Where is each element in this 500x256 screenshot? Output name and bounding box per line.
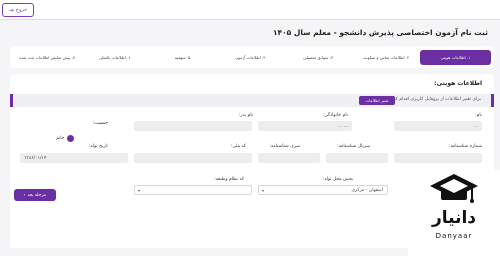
birthplace-value: اصفهان - مرکزی <box>351 187 383 193</box>
series-label: سری شناسنامه: <box>269 144 300 149</box>
serial-field[interactable] <box>326 153 388 163</box>
change-info-button[interactable]: تغییر اطلاعات <box>359 96 395 105</box>
step-preview[interactable]: ۷. پیش نمایش اطلاعات ثبت شده <box>13 55 81 60</box>
family-value: ... ... <box>337 123 348 129</box>
chevron-left-icon: › <box>23 192 26 198</box>
danyaar-logo: دانیار Danyaar <box>408 170 500 256</box>
logout-icon: ⇥ <box>8 6 14 14</box>
top-bar: ⇥ خروج <box>0 0 500 20</box>
gender-option[interactable]: خانم <box>56 135 75 142</box>
notice-text: برای تغییر اطلاعات از پروفایل کاربری اقد… <box>389 97 481 102</box>
gender-radio[interactable] <box>67 135 75 142</box>
nid-label: شماره شناسنامه: <box>448 144 482 149</box>
family-label: نام خانوادگی: <box>322 113 348 118</box>
duty-select[interactable]: ▾ <box>134 185 252 195</box>
birth-label: تاریخ تولد: <box>88 144 108 149</box>
exit-button[interactable]: ⇥ خروج <box>2 3 34 17</box>
father-label: نام پدر: <box>238 113 253 118</box>
next-step-label: مرحله بعد <box>27 192 47 198</box>
step-quota[interactable]: ۵. سهمیه <box>149 55 217 60</box>
birthplace-label: بخش محل تولد: <box>322 177 353 182</box>
gender-option-label: خانم <box>56 136 65 141</box>
father-field[interactable] <box>134 121 252 131</box>
gender-label: جنسیت: <box>92 121 108 126</box>
next-step-button[interactable]: مرحله بعد › <box>14 189 56 201</box>
exit-label: خروج <box>15 7 28 13</box>
birthplace-select[interactable]: اصفهان - مرکزی ▾ <box>258 185 388 195</box>
name-label: نام: <box>475 113 482 118</box>
logo-text-en: Danyaar <box>435 232 473 240</box>
birth-field[interactable]: ۱۳۸۶/۰۱/۱۴ <box>20 153 128 163</box>
serial-label: سریال شناسنامه: <box>337 144 370 149</box>
logo-text-fa: دانیار <box>431 208 477 228</box>
step-identity[interactable]: ۱. اطلاعات هویتی <box>419 49 491 65</box>
graduation-cap-icon <box>430 174 478 203</box>
family-field[interactable]: ... ... <box>258 121 352 131</box>
series-field[interactable] <box>258 153 320 163</box>
nid-field[interactable] <box>394 153 482 163</box>
step-contact[interactable]: ۲. اطلاعات تماس و سکونت <box>352 55 420 60</box>
stepper: ۱. اطلاعات هویتی ۲. اطلاعات تماس و سکونت… <box>10 46 494 68</box>
name-field[interactable]: ... <box>394 121 482 131</box>
step-education[interactable]: ۳. سوابق تحصیلی <box>284 55 352 60</box>
step-additional[interactable]: ۶. اطلاعات تکمیلی <box>81 55 149 60</box>
birth-value: ۱۳۸۶/۰۱/۱۴ <box>24 155 47 161</box>
section-title: اطلاعات هویتی: <box>434 80 482 87</box>
page-title: ثبت نام آزمون اختصاصی پذیرش دانشجو - معل… <box>272 28 488 37</box>
step-exam[interactable]: ۴. اطلاعات آزمون <box>216 55 284 60</box>
national-code-field[interactable] <box>134 153 252 163</box>
chevron-down-icon: ▾ <box>138 188 141 193</box>
chevron-down-icon: ▾ <box>262 188 265 193</box>
notice-bar: برای تغییر اطلاعات از پروفایل کاربری اقد… <box>10 94 494 107</box>
national-code-label: کد ملی: <box>230 144 246 149</box>
name-value: ... <box>473 123 478 129</box>
duty-label: کد نظام وظیفه: <box>214 177 244 182</box>
